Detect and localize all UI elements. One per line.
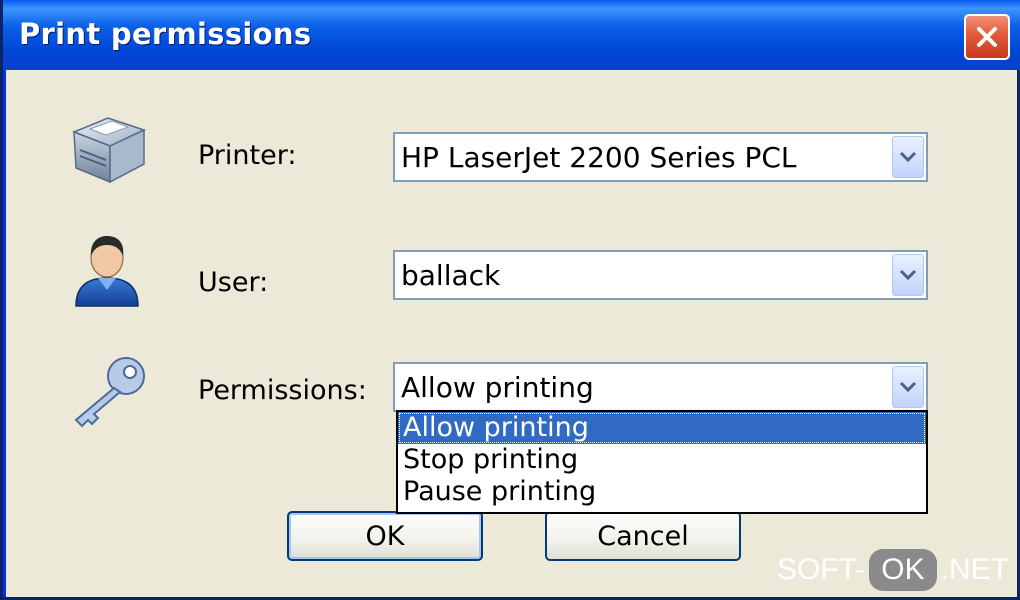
permissions-label: Permissions: — [198, 375, 367, 406]
chevron-down-icon — [899, 269, 917, 281]
watermark-part1: SOFT- — [776, 553, 866, 586]
ok-button[interactable]: OK — [287, 511, 483, 561]
watermark: SOFT- OK .NET — [777, 549, 1009, 591]
printer-dropdown-button[interactable] — [892, 136, 924, 178]
option-stop-printing[interactable]: Stop printing — [398, 444, 926, 476]
permissions-select-value: Allow printing — [401, 371, 594, 404]
watermark-part2: OK — [869, 549, 937, 591]
option-pause-printing[interactable]: Pause printing — [398, 476, 926, 508]
watermark-part3: .NET — [940, 553, 1009, 586]
print-permissions-dialog: Print permissions Printer: HP LaserJet 2… — [0, 0, 1020, 600]
option-allow-printing[interactable]: Allow printing — [398, 412, 926, 444]
cancel-button[interactable]: Cancel — [545, 511, 741, 561]
close-icon — [977, 27, 997, 47]
close-button[interactable] — [964, 14, 1010, 60]
user-label: User: — [198, 267, 269, 298]
printer-select-value: HP LaserJet 2200 Series PCL — [401, 141, 797, 174]
user-select-value: ballack — [401, 259, 501, 292]
user-dropdown-button[interactable] — [892, 254, 924, 296]
permissions-select[interactable]: Allow printing — [393, 362, 928, 412]
title-bar[interactable]: Print permissions — [3, 0, 1020, 70]
chevron-down-icon — [899, 381, 917, 393]
dialog-body: Printer: HP LaserJet 2200 Series PCL Use… — [6, 70, 1017, 597]
window-title: Print permissions — [19, 17, 312, 51]
permissions-dropdown-button[interactable] — [892, 366, 924, 408]
user-icon — [75, 236, 139, 307]
printer-select[interactable]: HP LaserJet 2200 Series PCL — [393, 132, 928, 182]
printer-icon — [71, 117, 147, 184]
key-icon — [74, 357, 145, 428]
permissions-dropdown-list: Allow printing Stop printing Pause print… — [396, 410, 928, 514]
printer-label: Printer: — [198, 140, 297, 171]
chevron-down-icon — [899, 151, 917, 163]
user-select[interactable]: ballack — [393, 250, 928, 300]
